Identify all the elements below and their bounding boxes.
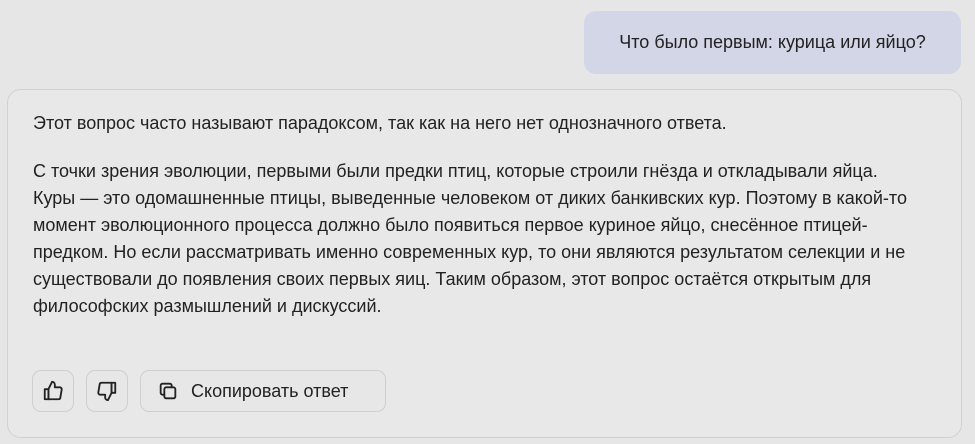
thumbs-up-icon [42,380,64,402]
answer-text: Этот вопрос часто называют парадоксом, т… [33,110,913,320]
like-button[interactable] [32,370,74,412]
dislike-button[interactable] [86,370,128,412]
thumbs-down-icon [96,380,118,402]
answer-paragraph: Этот вопрос часто называют парадоксом, т… [33,113,727,133]
copy-icon [157,380,179,402]
assistant-answer-card: Этот вопрос часто называют парадоксом, т… [7,89,962,438]
answer-actions: Скопировать ответ [32,370,386,412]
answer-paragraph: С точки зрения эволюции, первыми были пр… [33,161,907,316]
user-message-text: Что было первым: курица или яйцо? [619,32,926,52]
copy-answer-button[interactable]: Скопировать ответ [140,370,386,412]
copy-answer-label: Скопировать ответ [191,380,349,401]
user-message-bubble: Что было первым: курица или яйцо? [584,11,961,74]
